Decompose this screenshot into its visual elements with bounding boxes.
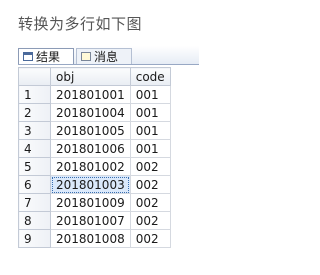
code-cell[interactable]: 002: [129, 211, 171, 230]
code-cell[interactable]: 002: [129, 229, 171, 248]
table-row[interactable]: 3 201801005 001: [18, 121, 171, 140]
grid-header-row: obj code: [18, 67, 171, 86]
obj-cell[interactable]: 201801006: [50, 139, 131, 158]
row-number-cell[interactable]: 4: [18, 139, 51, 158]
results-grid-icon: [23, 52, 33, 61]
results-grid: obj code 1 201801001 001 2 201801004 001 3 2018…: [18, 67, 171, 248]
table-row[interactable]: 1 201801001 001: [18, 85, 171, 104]
row-number-cell[interactable]: 3: [18, 121, 51, 140]
table-row[interactable]: 8 201801007 002: [18, 211, 171, 230]
tab-messages[interactable]: 消息: [76, 48, 132, 64]
obj-cell[interactable]: 201801002: [50, 157, 131, 176]
column-header-code[interactable]: code: [129, 67, 171, 86]
row-number-cell[interactable]: 5: [18, 157, 51, 176]
row-number-cell[interactable]: 6: [18, 175, 51, 194]
obj-cell[interactable]: 201801005: [50, 121, 131, 140]
table-row[interactable]: 7 201801009 002: [18, 193, 171, 212]
obj-cell[interactable]: 201801009: [50, 193, 131, 212]
table-row[interactable]: 9 201801008 002: [18, 229, 171, 248]
column-header-obj[interactable]: obj: [50, 67, 131, 86]
tab-results-label: 结果: [36, 49, 61, 64]
obj-cell[interactable]: 201801003: [50, 175, 131, 194]
row-number-cell[interactable]: 9: [18, 229, 51, 248]
messages-icon: [81, 52, 91, 61]
code-cell[interactable]: 002: [129, 175, 171, 194]
obj-cell[interactable]: 201801008: [50, 229, 131, 248]
tab-messages-label: 消息: [94, 49, 119, 64]
result-tabs: 结果 消息: [18, 46, 199, 65]
row-number-cell[interactable]: 8: [18, 211, 51, 230]
table-row[interactable]: 4 201801006 001: [18, 139, 171, 158]
code-cell[interactable]: 001: [129, 121, 171, 140]
code-cell[interactable]: 001: [129, 139, 171, 158]
grid-corner-cell[interactable]: [18, 67, 51, 86]
page-heading: 转换为多行如下图: [18, 15, 143, 33]
table-row[interactable]: 5 201801002 002: [18, 157, 171, 176]
table-row[interactable]: 6 201801003 002: [18, 175, 171, 194]
tab-results[interactable]: 结果: [18, 48, 74, 64]
obj-cell[interactable]: 201801001: [50, 85, 131, 104]
code-cell[interactable]: 001: [129, 103, 171, 122]
row-number-cell[interactable]: 2: [18, 103, 51, 122]
table-row[interactable]: 2 201801004 001: [18, 103, 171, 122]
obj-cell[interactable]: 201801007: [50, 211, 131, 230]
code-cell[interactable]: 002: [129, 157, 171, 176]
row-number-cell[interactable]: 7: [18, 193, 51, 212]
obj-cell[interactable]: 201801004: [50, 103, 131, 122]
grid-body: 1 201801001 001 2 201801004 001 3 201801005 001 4…: [18, 85, 171, 248]
row-number-cell[interactable]: 1: [18, 85, 51, 104]
code-cell[interactable]: 001: [129, 85, 171, 104]
code-cell[interactable]: 002: [129, 193, 171, 212]
